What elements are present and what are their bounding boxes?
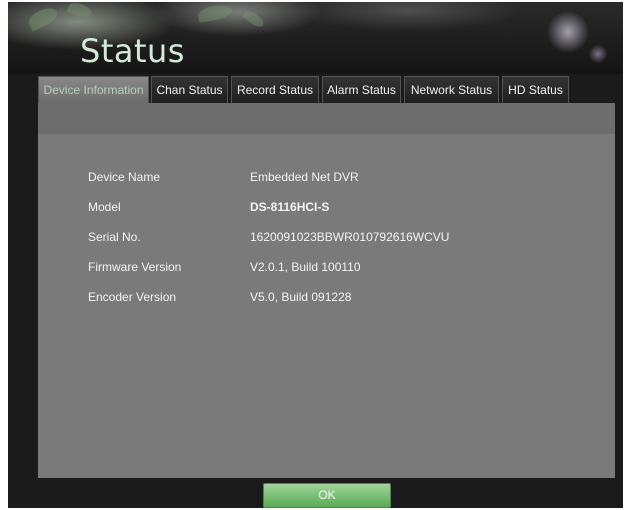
- status-window: Status Device Information Chan Status Re…: [8, 2, 623, 508]
- serial-no-value: 1620091023BBWR010792616WCVU: [250, 230, 450, 244]
- tab-record-status[interactable]: Record Status: [231, 76, 319, 103]
- model-label: Model: [88, 200, 121, 214]
- serial-no-label: Serial No.: [88, 230, 141, 244]
- device-name-label: Device Name: [88, 170, 161, 184]
- leaf-decoration: [66, 2, 94, 20]
- tab-chan-status[interactable]: Chan Status: [151, 76, 228, 103]
- ok-button[interactable]: OK: [263, 483, 391, 508]
- info-row-device-name: Device Name Embedded Net DVR: [38, 170, 615, 190]
- tab-alarm-status[interactable]: Alarm Status: [322, 76, 401, 103]
- tab-hd-status[interactable]: HD Status: [502, 76, 569, 103]
- encoder-version-value: V5.0, Build 091228: [250, 290, 352, 304]
- encoder-version-label: Encoder Version: [88, 290, 177, 304]
- info-row-serial-no: Serial No. 1620091023BBWR010792616WCVU: [38, 230, 615, 250]
- firmware-version-label: Firmware Version: [88, 260, 182, 274]
- firmware-version-value: V2.0.1, Build 100110: [250, 260, 361, 274]
- leaf-decoration: [242, 8, 266, 30]
- page-title: Status: [80, 32, 185, 70]
- tab-device-information[interactable]: Device Information: [38, 76, 149, 103]
- device-name-value: Embedded Net DVR: [250, 170, 359, 184]
- info-row-firmware-version: Firmware Version V2.0.1, Build 100110: [38, 260, 615, 280]
- info-row-model: Model DS-8116HCI-S: [38, 200, 615, 220]
- tab-network-status[interactable]: Network Status: [404, 76, 499, 103]
- leaf-decoration: [197, 3, 233, 23]
- device-information-panel: Device Name Embedded Net DVR Model DS-81…: [38, 103, 615, 478]
- model-value: DS-8116HCI-S: [250, 200, 330, 214]
- info-row-encoder-version: Encoder Version V5.0, Build 091228: [38, 290, 615, 310]
- leaf-decoration: [26, 4, 60, 32]
- panel-header-bar: [38, 103, 615, 134]
